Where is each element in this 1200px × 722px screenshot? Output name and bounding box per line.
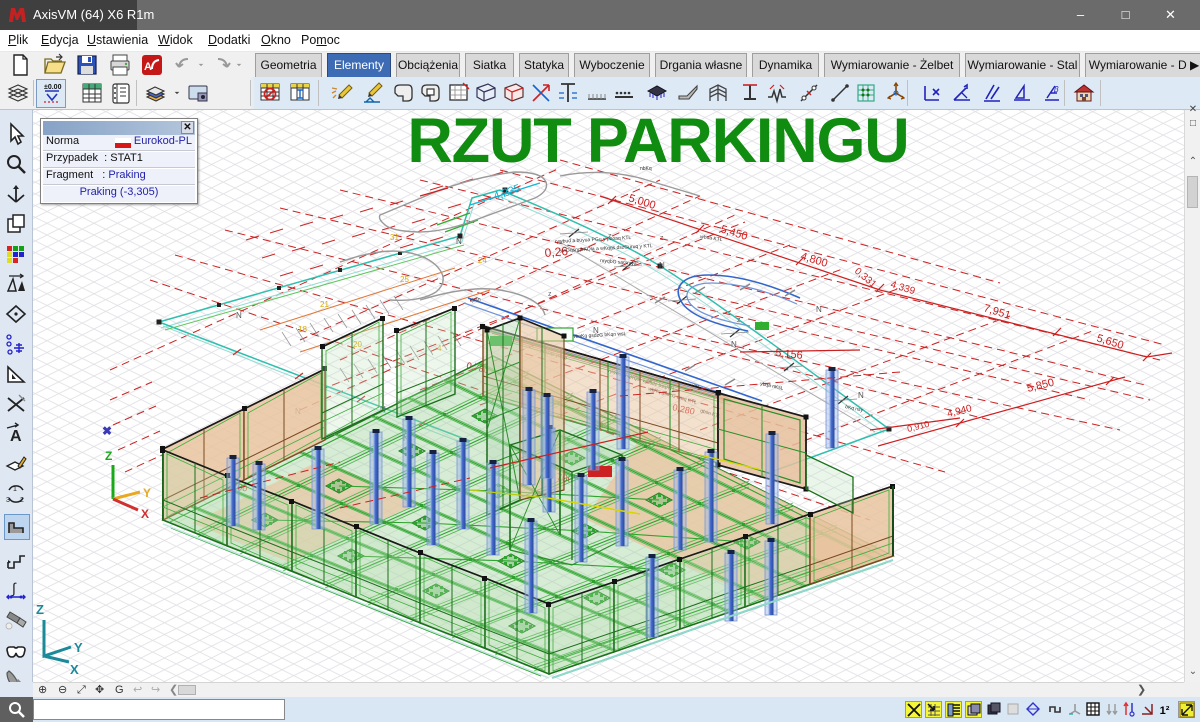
svg-text:18: 18 bbox=[298, 325, 307, 334]
svg-text:Y: Y bbox=[143, 486, 151, 500]
svg-text:nbKq: nbKq bbox=[640, 166, 652, 172]
svg-text:N: N bbox=[593, 326, 599, 335]
svg-text:21: 21 bbox=[320, 300, 329, 309]
svg-text:Y: Y bbox=[74, 640, 83, 655]
svg-text:z: z bbox=[660, 235, 664, 242]
svg-text:A: A bbox=[10, 428, 22, 445]
svg-text:∫: ∫ bbox=[11, 580, 17, 597]
svg-text:✖: ✖ bbox=[102, 424, 112, 438]
svg-text:N: N bbox=[858, 391, 864, 400]
svg-text:24: 24 bbox=[478, 256, 487, 265]
svg-text:3: 3 bbox=[6, 497, 10, 504]
svg-text:X: X bbox=[141, 507, 149, 521]
svg-text:z: z bbox=[548, 291, 552, 298]
svg-text:N: N bbox=[456, 237, 462, 246]
svg-text:31: 31 bbox=[390, 233, 399, 242]
svg-text:±0.00: ±0.00 bbox=[44, 84, 62, 91]
svg-text:N: N bbox=[659, 261, 665, 270]
svg-text:z: z bbox=[608, 233, 612, 240]
svg-text:β: β bbox=[1053, 85, 1059, 94]
svg-text:2: 2 bbox=[20, 497, 24, 504]
svg-text:Z: Z bbox=[36, 602, 44, 617]
svg-text:z: z bbox=[737, 317, 741, 324]
svg-text:N: N bbox=[816, 305, 822, 314]
svg-text:25: 25 bbox=[400, 275, 409, 284]
svg-text:X: X bbox=[70, 662, 79, 677]
svg-text:1: 1 bbox=[13, 486, 17, 493]
svg-text:N: N bbox=[236, 311, 242, 320]
svg-text:RZUT PARKINGU: RZUT PARKINGU bbox=[407, 110, 908, 176]
svg-text:N: N bbox=[731, 340, 737, 349]
svg-text:Z: Z bbox=[105, 449, 112, 463]
svg-text:A: A bbox=[144, 61, 152, 73]
